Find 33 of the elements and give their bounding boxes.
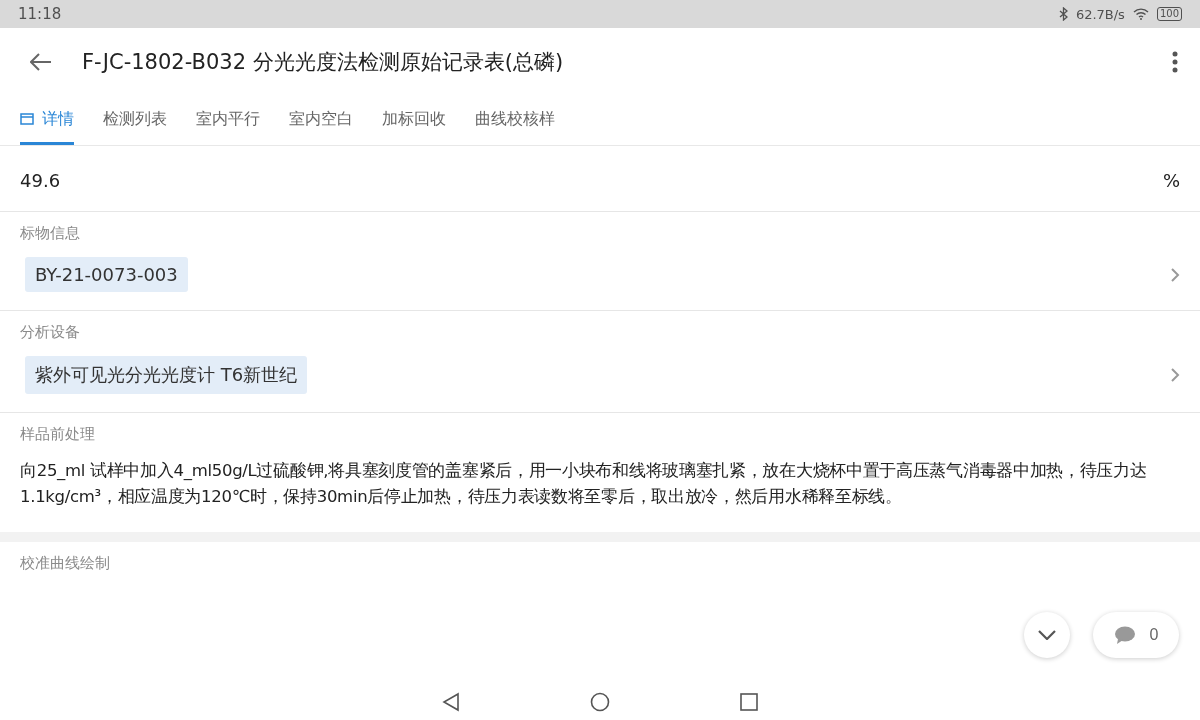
tab[interactable]: 详情 (20, 96, 74, 145)
network-speed: 62.7B/s (1075, 6, 1125, 22)
tag-chip[interactable]: 紫外可见光分光光度计 T6新世纪 (25, 356, 308, 394)
chevron-down-icon (1038, 630, 1056, 640)
chevron-right-icon (1170, 367, 1180, 383)
field-value: 49.6 (20, 170, 61, 191)
section-label: 样品前处理 (20, 425, 96, 444)
tab[interactable]: 室内空白 (289, 96, 353, 145)
page-title: F-JC-1802-B032 分光光度法检测原始记录表(总磷) (82, 49, 565, 76)
speech-bubble-icon (1113, 625, 1136, 645)
tag-chip[interactable]: BY-21-0073-003 (25, 257, 188, 292)
back-arrow-icon[interactable] (30, 53, 52, 71)
section-label: 分析设备 (20, 323, 81, 342)
scroll-down-button[interactable] (1024, 612, 1070, 658)
battery-level: 100 (1156, 7, 1182, 21)
section-label: 标物信息 (20, 224, 81, 243)
tab[interactable]: 加标回收 (382, 96, 446, 145)
more-menu-icon[interactable] (1172, 51, 1178, 73)
recents-nav-icon[interactable] (740, 693, 758, 711)
home-nav-icon[interactable] (590, 692, 610, 712)
chevron-right-icon (1170, 266, 1180, 283)
unit-label: % (1162, 170, 1180, 191)
section-label: 校准曲线绘制 (20, 554, 111, 573)
status-time: 11:18 (18, 5, 62, 23)
comment-button[interactable]: 0 (1093, 612, 1179, 658)
tab[interactable]: 室内平行 (196, 96, 260, 145)
back-nav-icon[interactable] (442, 692, 460, 712)
wifi-icon (1132, 8, 1149, 20)
tab[interactable]: 曲线校核样 (475, 96, 555, 145)
procedure-text: 向25_ml 试样中加入4_ml50g/L过硫酸钾,将具塞刻度管的盖塞紧后，用一小块布和线将玻璃塞扎紧，放在大烧杯中置于高压蒸气消毒器中加热，待压力达1.1kg/cm³，相应温度为120℃时，保持30min后停止加热，待压力表读数将至零后，取出放冷，然后用水稀释至标线。 (20, 460, 1148, 508)
window-icon (20, 113, 34, 125)
tab[interactable]: 检测列表 (103, 96, 167, 145)
bluetooth-icon (1058, 7, 1068, 21)
